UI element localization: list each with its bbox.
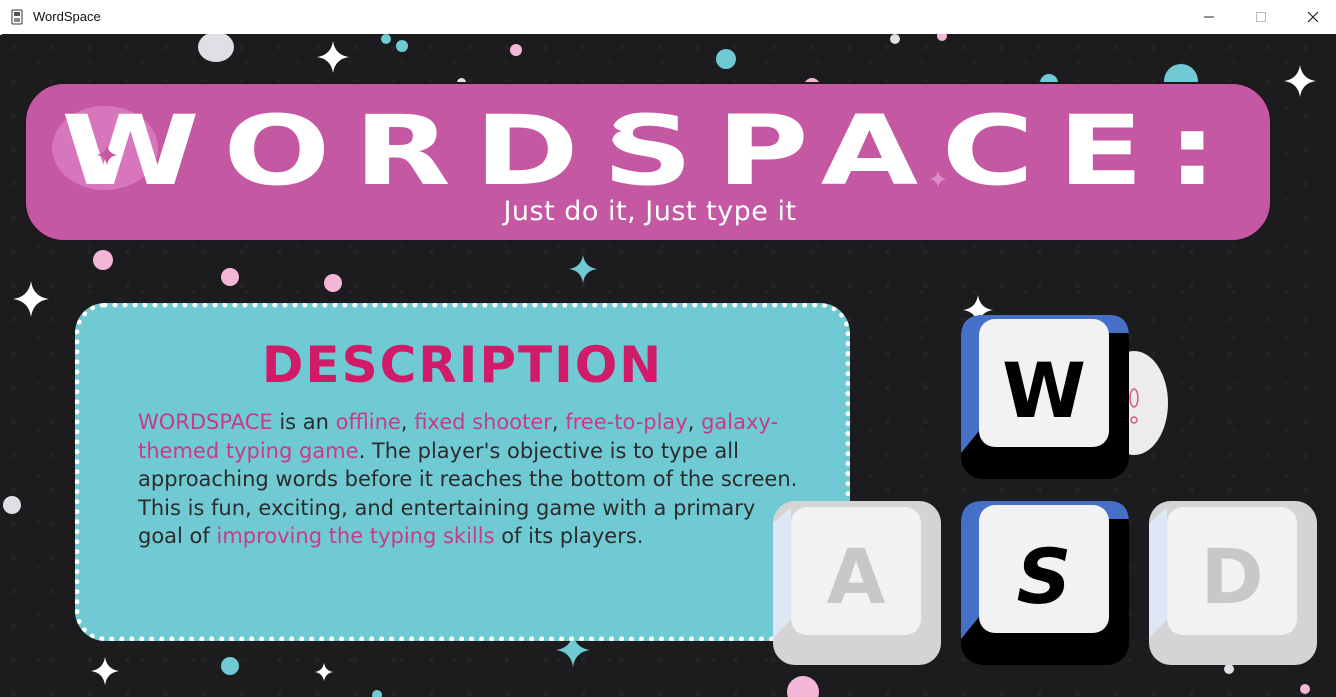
text-segment: WORDSPACE (138, 410, 273, 434)
key-d-label: D (1200, 532, 1263, 621)
tagline: Just do it, Just type it (503, 196, 797, 227)
text-segment: fixed shooter (414, 410, 552, 434)
text-segment: , (551, 410, 566, 434)
dot (396, 40, 408, 52)
description-heading: DESCRIPTION (261, 336, 664, 394)
title-banner: WORDSPACE: Just do it, Just type it (24, 82, 1272, 242)
dot (324, 274, 342, 292)
close-button[interactable] (1288, 0, 1336, 34)
text-segment: offline (335, 410, 401, 434)
close-icon (1307, 11, 1319, 23)
key-a[interactable]: A (771, 499, 943, 667)
dot (787, 676, 819, 697)
dot (372, 690, 382, 697)
dot (890, 34, 900, 44)
star-icon (96, 144, 118, 166)
text-segment: of its players. (494, 524, 644, 548)
star-icon (314, 662, 334, 682)
key-s[interactable]: S (959, 499, 1131, 667)
key-w-label: W (1002, 346, 1086, 435)
key-a-label: A (827, 532, 886, 621)
dot (510, 44, 522, 56)
star-icon (317, 41, 349, 73)
maximize-button[interactable] (1236, 0, 1286, 34)
dot (198, 34, 234, 62)
star-icon (929, 170, 947, 188)
key-d[interactable]: D (1147, 499, 1319, 667)
minimize-icon (1204, 16, 1214, 18)
text-segment: , (400, 410, 415, 434)
dot (1300, 684, 1310, 694)
star-icon (601, 120, 623, 142)
star-icon (13, 281, 49, 317)
star-icon (568, 254, 598, 284)
window-title: WordSpace (33, 9, 101, 24)
dot (937, 34, 947, 41)
text-segment: free-to-play (565, 410, 688, 434)
key-s-label: S (1017, 532, 1072, 621)
description-text: WORDSPACE is an offline, fixed shooter, … (138, 408, 798, 551)
text-segment: , (687, 410, 702, 434)
text-segment: improving the typing skills (216, 524, 495, 548)
star-icon (90, 656, 120, 686)
logo-text: WORDSPACE: (61, 106, 1241, 207)
minimize-button[interactable] (1184, 0, 1234, 34)
dot (221, 268, 239, 286)
description-card: DESCRIPTION WORDSPACE is an offline, fix… (75, 303, 850, 641)
key-w[interactable]: W (959, 313, 1131, 481)
star-icon (1284, 65, 1316, 97)
text-segment: is an (272, 410, 336, 434)
dot (221, 657, 239, 675)
maximize-icon (1256, 12, 1266, 22)
dot (381, 34, 391, 44)
app-icon (11, 9, 23, 25)
dot (3, 496, 21, 514)
dot (93, 250, 113, 270)
window-titlebar: WordSpace (0, 0, 1336, 35)
game-screen: WORDSPACE: Just do it, Just type it DESC… (2, 34, 1336, 697)
dot (716, 49, 736, 69)
